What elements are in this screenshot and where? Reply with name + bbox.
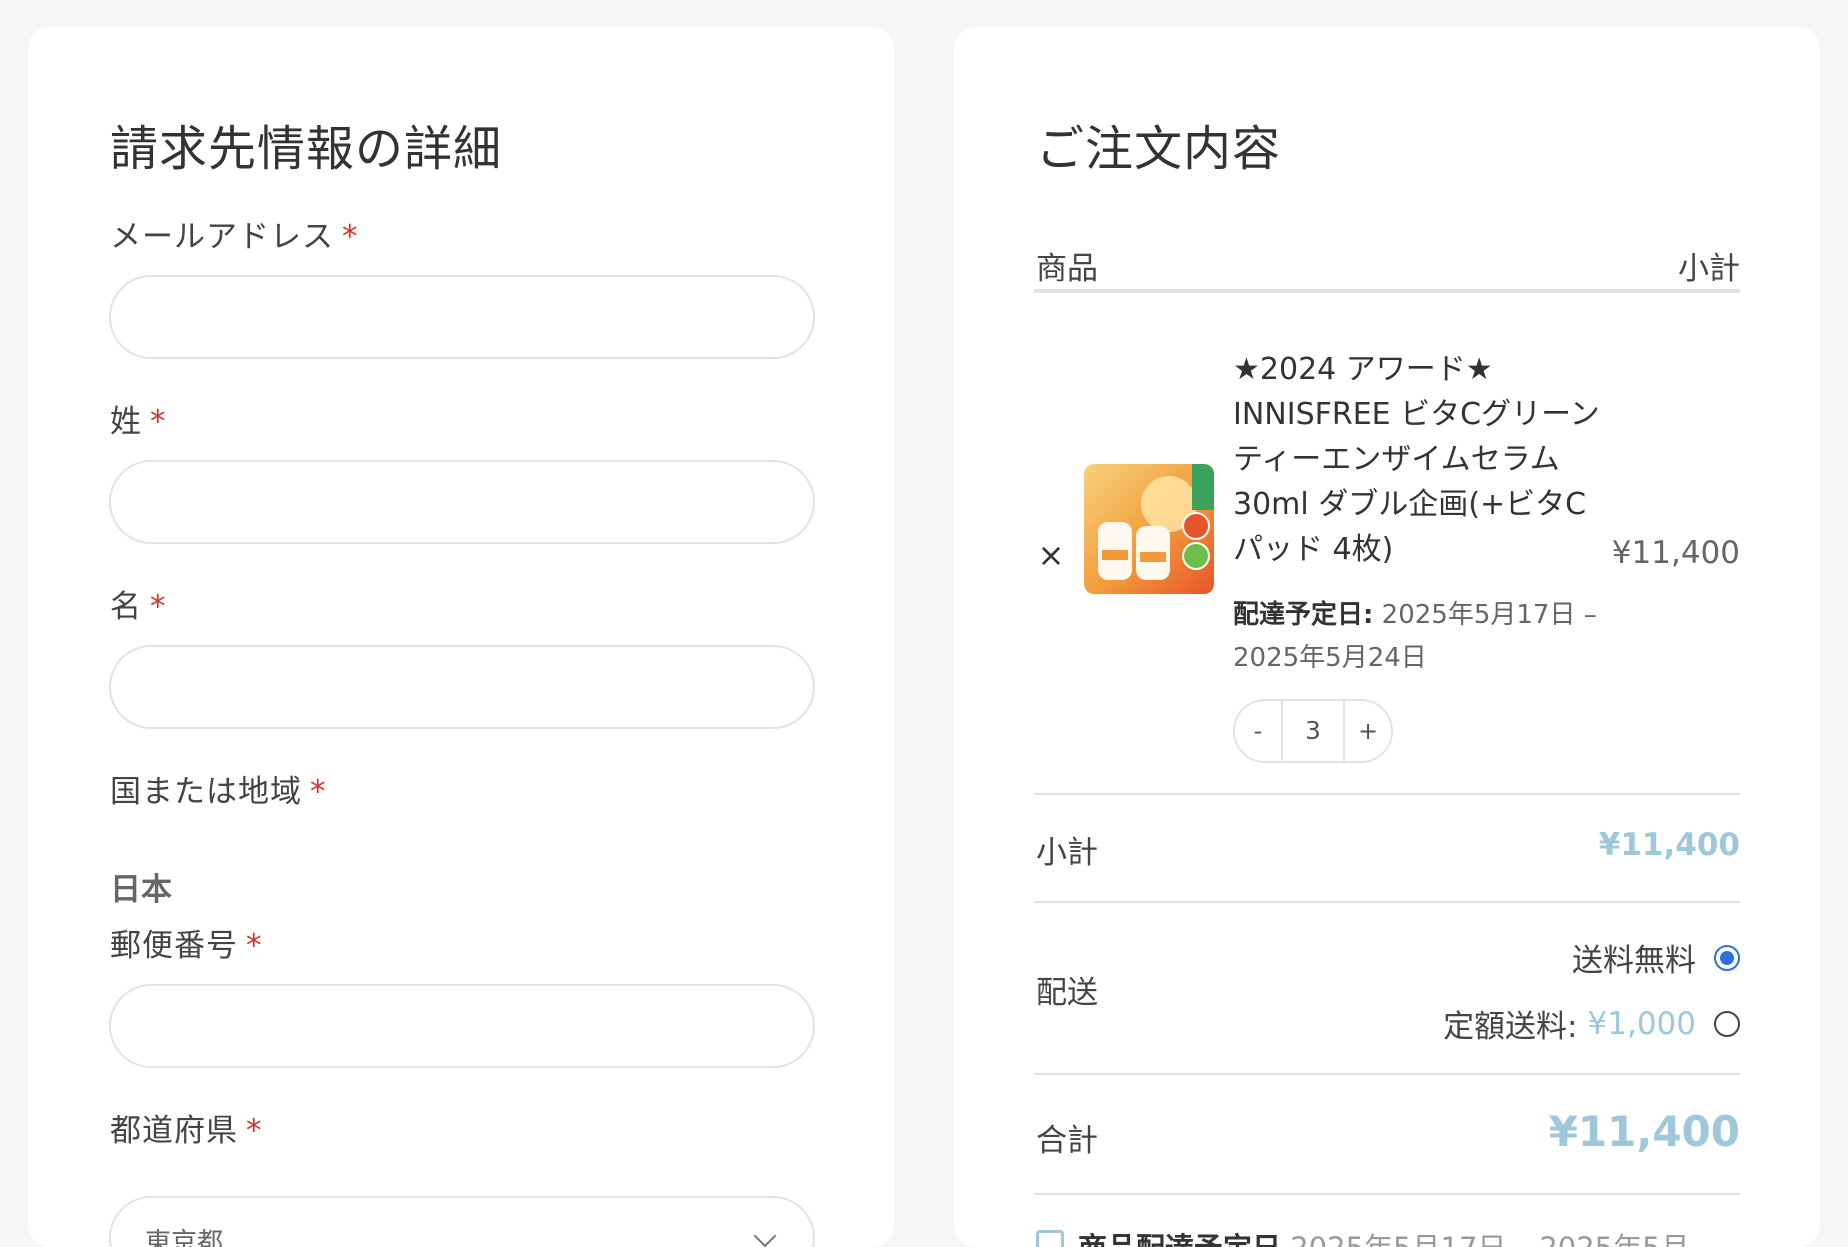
remove-item-button[interactable]: × — [1036, 537, 1066, 573]
quantity-decrease-button[interactable]: - — [1235, 701, 1283, 761]
shipping-option-free[interactable]: 送料無料 — [1572, 935, 1740, 980]
line-item-price: ¥11,400 — [1611, 535, 1740, 571]
chevron-down-icon — [753, 1224, 777, 1247]
subtotal-value: ¥11,400 — [1598, 827, 1740, 863]
shipping-flat-radio[interactable] — [1714, 1010, 1740, 1037]
divider — [1034, 1193, 1740, 1195]
column-header-product: 商品 — [1036, 251, 1098, 287]
quantity-increase-button[interactable]: + — [1343, 701, 1391, 761]
email-label: メールアドレス * — [110, 219, 359, 255]
required-mark: * — [246, 1113, 263, 1149]
document-icon — [1036, 1230, 1064, 1247]
shipping-option-flat[interactable]: 定額送料: ¥1,000 — [1443, 1001, 1740, 1046]
billing-card: 請求先情報の詳細 メールアドレス * 姓 * 名 * 国または地域 * 日本 郵便番号 *… — [28, 27, 894, 1247]
shipping-flat-label: 定額送料: — [1443, 1009, 1578, 1045]
required-mark: * — [150, 589, 167, 625]
prefecture-label: 都道府県 * — [110, 1113, 263, 1149]
order-summary-card: ご注文内容 商品 小計 × ★2024 アワード★ INNISFREE ビタCグ… — [954, 27, 1820, 1247]
last-name-field[interactable] — [109, 460, 815, 544]
first-name-field[interactable] — [109, 645, 815, 729]
quantity-stepper: - 3 + — [1233, 699, 1393, 763]
shipping-label: 配送 — [1036, 975, 1098, 1011]
email-field[interactable] — [109, 275, 815, 359]
delivery-label: 配達予定日: — [1233, 600, 1374, 630]
delivery-note: 商品配達予定日 2025年5月17日 – 2025年5月 — [1036, 1225, 1690, 1247]
subtotal-label: 小計 — [1036, 835, 1098, 871]
divider — [1034, 901, 1740, 903]
billing-title: 請求先情報の詳細 — [110, 121, 503, 177]
shipping-free-radio[interactable] — [1714, 944, 1740, 971]
product-thumbnail[interactable] — [1084, 464, 1214, 594]
column-header-subtotal: 小計 — [1678, 251, 1740, 287]
required-mark: * — [246, 928, 263, 964]
divider — [1034, 1073, 1740, 1075]
required-mark: * — [342, 219, 359, 255]
required-mark: * — [150, 404, 167, 440]
total-label: 合計 — [1036, 1123, 1098, 1159]
delivery-estimate: 配達予定日: 2025年5月17日 – 2025年5月24日 — [1233, 594, 1603, 680]
postal-code-label: 郵便番号 * — [110, 928, 263, 964]
prefecture-selected-value: 東京都 — [145, 1228, 224, 1247]
quantity-input[interactable]: 3 — [1283, 701, 1343, 761]
order-title: ご注文内容 — [1036, 121, 1282, 177]
product-image-icon — [1084, 464, 1214, 594]
delivery-note-label: 商品配達予定日 — [1078, 1231, 1281, 1247]
last-name-label: 姓 * — [110, 404, 167, 440]
shipping-flat-price: ¥1,000 — [1587, 1005, 1696, 1042]
divider — [1034, 793, 1740, 795]
total-value: ¥11,400 — [1548, 1107, 1740, 1156]
divider — [1034, 289, 1740, 293]
country-label: 国または地域 * — [110, 774, 327, 810]
country-value: 日本 — [110, 872, 172, 908]
required-mark: * — [310, 774, 327, 810]
shipping-free-label: 送料無料 — [1572, 943, 1696, 979]
postal-code-field[interactable] — [109, 984, 815, 1068]
delivery-note-value: 2025年5月17日 – 2025年5月 — [1290, 1231, 1689, 1247]
product-name[interactable]: ★2024 アワード★ INNISFREE ビタCグリーンティーエンザイムセラム… — [1233, 347, 1603, 572]
prefecture-select[interactable]: 東京都 — [109, 1196, 815, 1247]
first-name-label: 名 * — [110, 589, 167, 625]
